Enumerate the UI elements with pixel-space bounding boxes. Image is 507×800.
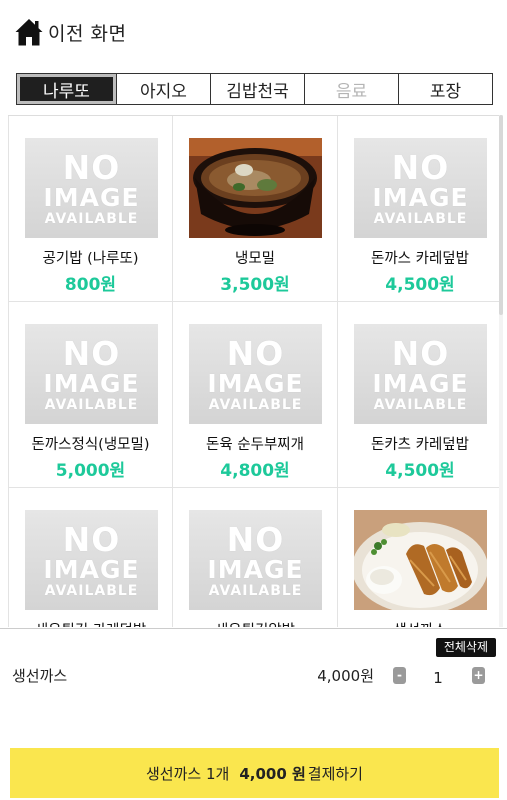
fish-cutlet-photo — [354, 510, 487, 610]
menu-item-price: 4,500원 — [385, 275, 455, 295]
menu-item[interactable]: NO IMAGE AVAILABLE 새우튀김 카레덮밥 — [8, 488, 173, 627]
menu-item-image: NO IMAGE AVAILABLE — [189, 324, 322, 424]
menu-item-price: 5,000원 — [55, 461, 126, 481]
menu-item-name: 돈카츠 카레덮밥 — [371, 437, 469, 453]
back-label: 이전 화면 — [48, 22, 127, 45]
no-image-placeholder: NO IMAGE AVAILABLE — [189, 324, 322, 424]
no-image-placeholder: NO IMAGE AVAILABLE — [25, 138, 158, 238]
menu-item[interactable]: 생선까스 — [338, 488, 503, 627]
scrollbar-thumb[interactable] — [499, 115, 503, 315]
menu-item-price: 800원 — [64, 275, 117, 295]
menu-item-name: 돈까스정식(냉모밀) — [31, 437, 150, 453]
home-icon — [15, 19, 43, 46]
menu-item-name: 새우튀김 카레덮밥 — [9, 619, 172, 627]
cart-item-quantity: 1 — [433, 669, 443, 687]
tab-gimbap-cheonguk[interactable]: 김밥천국 — [210, 74, 304, 104]
back-button[interactable]: 이전 화면 — [14, 16, 126, 48]
checkout-summary: 생선까스 1개 — [146, 764, 230, 783]
category-tabs: 나루또 아지오 김밥천국 음료 포장 — [16, 73, 493, 105]
no-image-placeholder: NO IMAGE AVAILABLE — [354, 138, 487, 238]
menu-item[interactable]: NO IMAGE AVAILABLE 새우튀김알밥 — [173, 488, 338, 627]
menu-item-image: NO IMAGE AVAILABLE — [354, 324, 487, 424]
menu-item-name: 새우튀김알밥 — [173, 619, 337, 627]
menu-item[interactable]: NO IMAGE AVAILABLE 공기밥 (나루또) 800원 — [8, 116, 173, 302]
menu-item-image: NO IMAGE AVAILABLE — [25, 324, 158, 424]
menu-item[interactable]: 냉모밀 3,500원 — [173, 116, 338, 302]
menu-item-price: 4,500원 — [385, 461, 455, 481]
menu-item[interactable]: NO IMAGE AVAILABLE 돈육 순두부찌개 4,800원 — [173, 302, 338, 488]
menu-item-image: NO IMAGE AVAILABLE — [25, 138, 158, 238]
no-image-placeholder: NO IMAGE AVAILABLE — [25, 510, 158, 610]
no-image-placeholder: NO IMAGE AVAILABLE — [25, 324, 158, 424]
cart-item-name: 생선까스 — [12, 667, 68, 685]
tab-naruto[interactable]: 나루또 — [17, 74, 116, 104]
menu-item-name: 돈까스 카레덮밥 — [371, 251, 469, 267]
increase-quantity-button[interactable]: + — [472, 667, 485, 684]
clear-all-button[interactable]: 전체삭제 — [435, 638, 496, 657]
tab-azio[interactable]: 아지오 — [116, 74, 210, 104]
menu-item[interactable]: NO IMAGE AVAILABLE 돈까스정식(냉모밀) 5,000원 — [8, 302, 173, 488]
cart-panel: 전체삭제 생선까스 4,000원 - 1 + — [0, 628, 507, 748]
menu-item-name: 돈육 순두부찌개 — [206, 437, 304, 453]
menu-item-price: 4,800원 — [220, 461, 290, 481]
checkout-action: 결제하기 — [307, 764, 363, 783]
menu-item-image: NO IMAGE AVAILABLE — [189, 510, 322, 610]
tab-takeout[interactable]: 포장 — [398, 74, 492, 104]
menu-scrollbar[interactable] — [499, 115, 503, 627]
menu-grid[interactable]: NO IMAGE AVAILABLE 공기밥 (나루또) 800원 냉모밀 3,… — [8, 115, 503, 627]
menu-item-name: 냉모밀 — [234, 251, 276, 267]
no-image-placeholder: NO IMAGE AVAILABLE — [189, 510, 322, 610]
menu-item[interactable]: NO IMAGE AVAILABLE 돈까스 카레덮밥 4,500원 — [338, 116, 503, 302]
menu-item-name: 공기밥 (나루또) — [42, 251, 139, 267]
menu-item[interactable]: NO IMAGE AVAILABLE 돈카츠 카레덮밥 4,500원 — [338, 302, 503, 488]
checkout-button[interactable]: 생선까스 1개 4,000 원 결제하기 — [10, 748, 499, 798]
menu-item-image — [354, 510, 487, 610]
menu-item-image: NO IMAGE AVAILABLE — [25, 510, 158, 610]
header: 이전 화면 — [0, 0, 507, 62]
decrease-quantity-button[interactable]: - — [393, 667, 406, 684]
menu-item-name: 생선까스 — [338, 619, 502, 627]
menu-item-image: NO IMAGE AVAILABLE — [354, 138, 487, 238]
menu-item-image — [189, 138, 322, 238]
menu-item-price: 3,500원 — [220, 275, 290, 295]
tab-drinks[interactable]: 음료 — [304, 74, 398, 104]
cart-item-price: 4,000원 — [317, 667, 374, 685]
checkout-total: 4,000 원 — [239, 764, 306, 783]
noodle-photo — [189, 138, 322, 238]
no-image-placeholder: NO IMAGE AVAILABLE — [354, 324, 487, 424]
cart-item: 생선까스 4,000원 - 1 + — [0, 659, 507, 695]
